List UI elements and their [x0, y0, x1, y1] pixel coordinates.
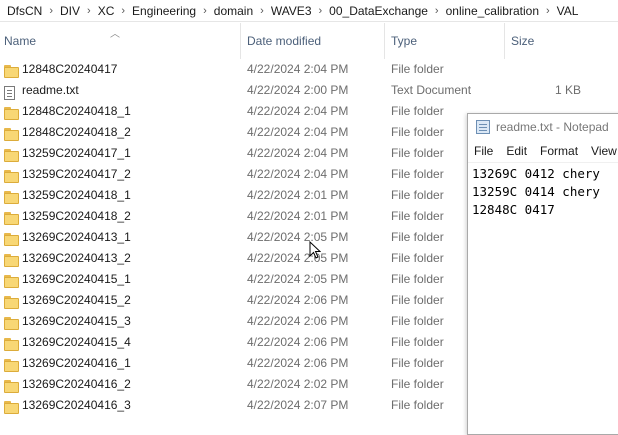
file-name: 13259C20240417_2: [22, 167, 131, 181]
column-type-header[interactable]: Type: [384, 23, 504, 59]
file-type: File folder: [391, 335, 444, 349]
file-date: 4/22/2024 2:05 PM: [247, 251, 349, 265]
breadcrumb-separator-icon: ›: [203, 4, 207, 17]
column-name-label: Name: [4, 34, 37, 48]
column-date-header[interactable]: Date modified: [240, 23, 385, 59]
file-date: 4/22/2024 2:05 PM: [247, 230, 349, 244]
file-date: 4/22/2024 2:01 PM: [247, 188, 349, 202]
file-type: File folder: [391, 314, 444, 328]
breadcrumb-separator-icon: ›: [546, 4, 550, 17]
file-row[interactable]: 12848C20240417 4/22/2024 2:04 PM File fold…: [0, 59, 618, 80]
breadcrumb-item[interactable]: DIV: [57, 4, 83, 18]
breadcrumb-item[interactable]: domain: [211, 4, 256, 18]
breadcrumb-separator-icon: ›: [49, 4, 54, 17]
breadcrumb-separator-icon: ›: [434, 4, 439, 17]
file-date: 4/22/2024 2:01 PM: [247, 209, 349, 223]
file-type: File folder: [391, 104, 444, 118]
column-type-label: Type: [391, 34, 418, 48]
file-name: 13269C20240416_1: [22, 356, 131, 370]
file-name: 13269C20240413_1: [22, 230, 131, 244]
notepad-title: readme.txt - Notepad: [496, 120, 609, 134]
breadcrumb-item[interactable]: online_calibration: [443, 4, 542, 18]
file-type: File folder: [391, 377, 444, 391]
file-name: 13269C20240413_2: [22, 251, 131, 265]
file-date: 4/22/2024 2:04 PM: [247, 62, 349, 76]
sort-ascending-icon: ︿: [110, 29, 120, 40]
file-type: File folder: [391, 293, 444, 307]
file-date: 4/22/2024 2:05 PM: [247, 272, 349, 286]
file-name: 13269C20240416_2: [22, 377, 131, 391]
breadcrumb-item[interactable]: 00_DataExchange: [326, 4, 431, 18]
file-name: 12848C20240417: [22, 62, 118, 76]
file-type: File folder: [391, 62, 444, 76]
file-type: File folder: [391, 230, 444, 244]
file-type: File folder: [391, 125, 444, 139]
file-date: 4/22/2024 2:06 PM: [247, 356, 349, 370]
menu-format[interactable]: Format: [540, 144, 578, 158]
file-name: 13259C20240418_1: [22, 188, 131, 202]
file-name: 13269C20240415_4: [22, 335, 131, 349]
file-date: 4/22/2024 2:06 PM: [247, 293, 349, 307]
file-type: File folder: [391, 356, 444, 370]
file-date: 4/22/2024 2:00 PM: [247, 83, 349, 97]
file-type: File folder: [391, 398, 444, 412]
notepad-line: 13259C 0414 chery: [472, 184, 600, 199]
file-name: 13269C20240415_1: [22, 272, 131, 286]
breadcrumb-item[interactable]: WAVE3: [268, 4, 315, 18]
file-date: 4/22/2024 2:06 PM: [247, 335, 349, 349]
column-size-label: Size: [511, 34, 535, 48]
notepad-window[interactable]: readme.txt - Notepad File Edit Format View …: [467, 113, 618, 435]
file-date: 4/22/2024 2:04 PM: [247, 146, 349, 160]
file-type: File folder: [391, 272, 444, 286]
breadcrumb-item[interactable]: Engineering: [129, 4, 199, 18]
file-type: File folder: [391, 167, 444, 181]
notepad-line: 12848C 0417: [472, 202, 555, 217]
file-name: 12848C20240418_2: [22, 125, 131, 139]
file-name: 12848C20240418_1: [22, 104, 131, 118]
column-name-header[interactable]: Name ︿: [4, 23, 242, 59]
file-date: 4/22/2024 2:04 PM: [247, 125, 349, 139]
file-type: File folder: [391, 251, 444, 265]
file-name: 13269C20240416_3: [22, 398, 131, 412]
file-type: File folder: [391, 209, 444, 223]
file-date: 4/22/2024 2:04 PM: [247, 167, 349, 181]
file-date: 4/22/2024 2:02 PM: [247, 377, 349, 391]
menu-edit[interactable]: Edit: [506, 144, 527, 158]
file-name: 13269C20240415_2: [22, 293, 131, 307]
menu-file[interactable]: File: [474, 144, 493, 158]
breadcrumb-separator-icon: ›: [318, 4, 323, 17]
file-date: 4/22/2024 2:04 PM: [247, 104, 349, 118]
breadcrumb-separator-icon: ›: [121, 4, 126, 17]
column-date-label: Date modified: [247, 34, 322, 48]
mouse-cursor-icon: [309, 241, 321, 259]
notepad-line: 13269C 0412 chery: [472, 166, 600, 181]
file-size: 1 KB: [555, 83, 582, 97]
notepad-title-bar[interactable]: readme.txt - Notepad: [468, 114, 618, 140]
file-row[interactable]: readme.txt 4/22/2024 2:00 PM Text Document…: [0, 80, 618, 101]
breadcrumb-separator-icon: ›: [87, 4, 91, 17]
breadcrumb-separator-icon: ›: [260, 4, 264, 17]
notepad-menu-bar: File Edit Format View: [468, 140, 618, 162]
file-name: readme.txt: [22, 83, 79, 97]
column-size-header[interactable]: Size: [504, 23, 618, 59]
column-header: Name ︿ Date modified Type Size: [0, 23, 618, 59]
file-name: 13259C20240418_2: [22, 209, 131, 223]
file-type: Text Document: [391, 83, 472, 97]
breadcrumb-item[interactable]: VAL: [554, 4, 582, 18]
file-date: 4/22/2024 2:07 PM: [247, 398, 349, 412]
notepad-text-area[interactable]: 13269C 0412 chery 13259C 0414 chery 12848C…: [468, 162, 618, 221]
file-name: 13259C20240417_1: [22, 146, 131, 160]
breadcrumb: DfsCN › DIV › XC › Engineering › domain › WAVE3 › 00…: [0, 0, 618, 22]
menu-view[interactable]: View: [591, 144, 617, 158]
breadcrumb-item[interactable]: DfsCN: [4, 4, 45, 18]
file-name: 13269C20240415_3: [22, 314, 131, 328]
file-type: File folder: [391, 146, 444, 160]
file-type: File folder: [391, 188, 444, 202]
file-date: 4/22/2024 2:06 PM: [247, 314, 349, 328]
breadcrumb-item[interactable]: XC: [95, 4, 118, 18]
notepad-icon: [476, 120, 490, 134]
